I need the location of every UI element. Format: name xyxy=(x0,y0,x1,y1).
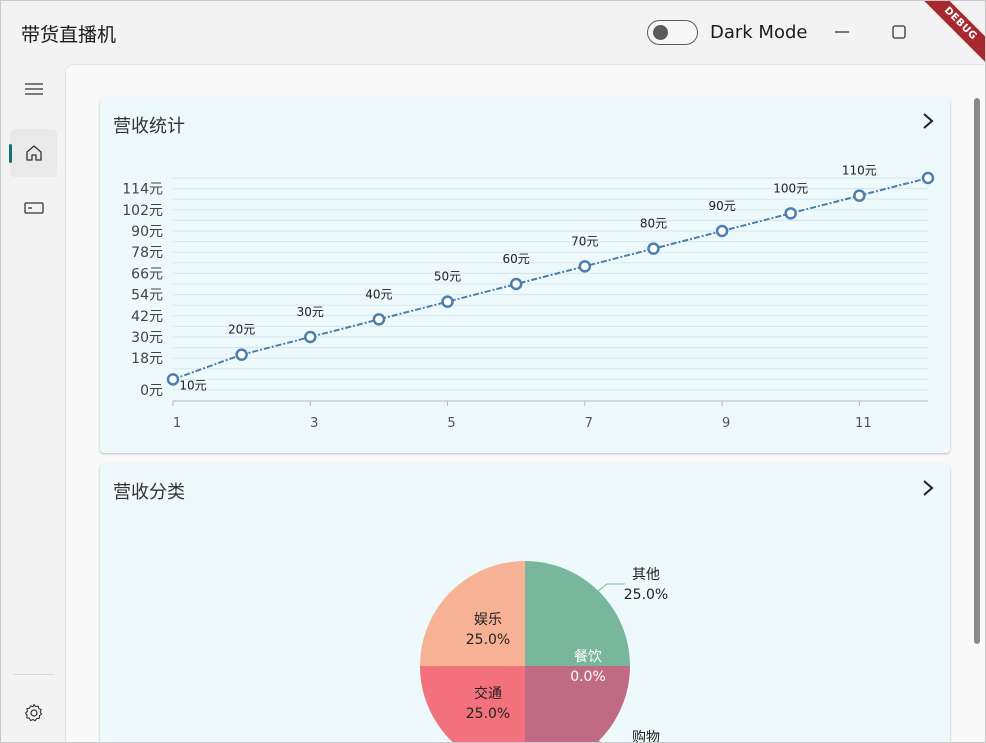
revenue-stats-card: 营收统计 xyxy=(100,98,950,453)
dark-mode-toggle[interactable] xyxy=(647,20,698,45)
toggle-knob xyxy=(653,25,668,40)
revenue-card-expand-button[interactable] xyxy=(920,111,936,131)
revenue-category-card: 营收分类 xyxy=(100,464,950,742)
maximize-icon xyxy=(892,25,906,39)
minimize-button[interactable] xyxy=(827,17,857,47)
navigation-rail xyxy=(1,63,63,742)
title-bar: 带货直播机 Dark Mode DEBUG xyxy=(1,1,985,77)
app-window: 带货直播机 Dark Mode DEBUG 营收统计 营收分类 0元 18元 3… xyxy=(0,0,986,743)
revenue-card-title: 营收统计 xyxy=(113,116,185,137)
home-icon xyxy=(25,145,42,161)
app-title: 带货直播机 xyxy=(21,24,117,46)
nav-active-indicator xyxy=(9,144,12,163)
menu-icon xyxy=(24,83,43,95)
minimize-icon xyxy=(835,31,849,33)
dark-mode-label: Dark Mode xyxy=(710,22,808,43)
nav-item-home[interactable] xyxy=(10,129,57,177)
category-card-expand-button[interactable] xyxy=(920,478,936,498)
settings-icon xyxy=(24,703,42,722)
maximize-button[interactable] xyxy=(884,17,914,47)
nav-item-settings[interactable] xyxy=(10,689,57,737)
nav-item-card[interactable] xyxy=(10,184,57,232)
nav-menu-button[interactable] xyxy=(10,65,57,113)
nav-divider xyxy=(13,674,54,675)
category-card-title: 营收分类 xyxy=(113,482,185,503)
vertical-scrollbar[interactable] xyxy=(974,98,980,644)
card-icon xyxy=(23,202,44,214)
chevron-right-icon xyxy=(923,113,934,129)
chevron-right-icon xyxy=(923,480,934,496)
